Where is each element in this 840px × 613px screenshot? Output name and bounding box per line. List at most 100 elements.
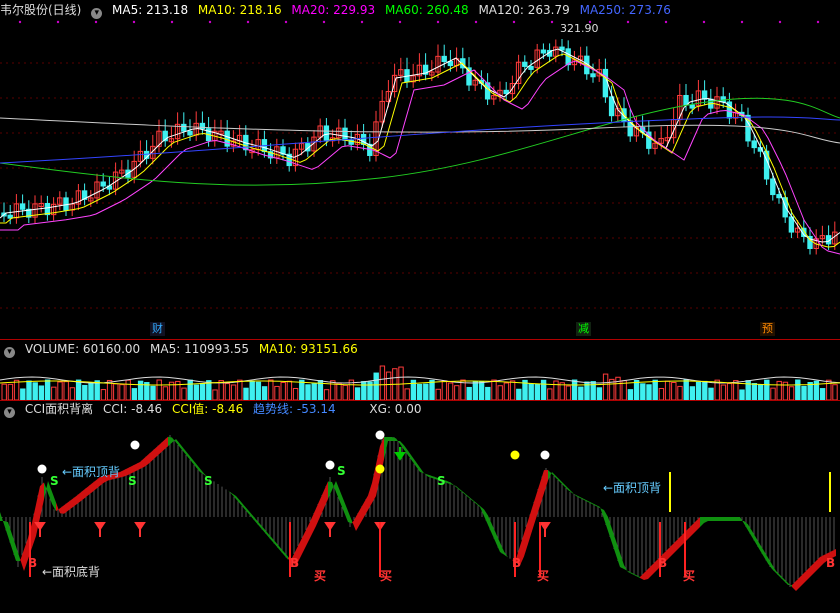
top-divergence-label: ←面积顶背 xyxy=(62,465,121,479)
volume-bar xyxy=(137,380,144,400)
signal-dot-yellow xyxy=(510,450,520,460)
volume-bar xyxy=(528,383,534,400)
event-marker-jian[interactable]: 减 xyxy=(576,322,591,336)
dot-marker xyxy=(702,20,706,24)
label-b: B xyxy=(658,556,667,570)
volume-bar xyxy=(212,389,218,400)
cci-ribbon xyxy=(360,502,364,524)
volume-value: VOLUME: 60160.00 xyxy=(24,342,141,356)
dot-marker xyxy=(360,20,364,24)
candle-body xyxy=(199,122,206,130)
cci-ribbon xyxy=(88,483,92,496)
cci-ribbon xyxy=(252,514,256,523)
volume-bar xyxy=(150,385,156,400)
cci-chart[interactable]: B B B B B 买 买 买 买 S S S S S xyxy=(0,417,840,613)
volume-bar xyxy=(491,379,497,400)
volume-bar xyxy=(44,379,51,400)
price-chart[interactable] xyxy=(0,18,840,340)
volume-bar xyxy=(218,380,224,400)
xg-value: XG: 0.00 xyxy=(369,402,422,416)
event-marker-cai[interactable]: 财 xyxy=(150,322,165,336)
volume-bar xyxy=(162,386,169,400)
high-price-label: 321.90 xyxy=(560,22,599,35)
dot-marker xyxy=(170,20,174,24)
candle-body xyxy=(441,55,447,63)
volume-bar xyxy=(671,381,677,400)
volume-bar xyxy=(243,387,249,400)
volume-bar xyxy=(702,380,708,400)
volume-bar xyxy=(361,381,367,400)
signal-dot xyxy=(325,460,335,470)
cci-ribbon xyxy=(420,467,424,474)
candle-body xyxy=(770,178,776,196)
trend-line-value: 趋势线: -53.14 xyxy=(253,402,336,416)
volume-bar xyxy=(292,387,299,400)
volume-bar xyxy=(423,383,429,400)
volume-bar xyxy=(20,388,26,400)
volume-bar xyxy=(633,379,640,400)
volume-bar xyxy=(472,381,479,400)
volume-bar xyxy=(516,388,522,400)
volume-bar xyxy=(497,385,503,400)
volume-bar xyxy=(832,384,838,400)
volume-bar xyxy=(323,389,330,400)
cci-ribbon xyxy=(136,462,140,471)
candle-body xyxy=(503,89,509,95)
volume-bar xyxy=(181,387,187,400)
dot-marker xyxy=(132,20,136,24)
candle-body xyxy=(720,96,726,103)
cci-ribbon xyxy=(60,505,64,514)
volume-bar xyxy=(547,388,553,400)
volume-bar xyxy=(695,381,702,400)
volume-bar xyxy=(311,383,317,400)
cci-ribbon xyxy=(668,545,672,559)
volume-bar xyxy=(776,380,782,400)
volume-bar xyxy=(509,380,516,400)
volume-bar xyxy=(7,383,14,400)
cci-ribbon xyxy=(356,509,360,531)
signal-dot xyxy=(540,450,550,460)
volume-bar xyxy=(429,379,435,400)
volume-bar xyxy=(764,379,770,400)
cci-ribbon xyxy=(344,501,348,522)
volume-bar xyxy=(82,384,88,400)
cci-value: CCI: -8.46 xyxy=(102,402,163,416)
volume-bar xyxy=(255,381,262,400)
cci-ribbon xyxy=(532,495,536,532)
volume-bar xyxy=(1,383,7,400)
volume-bar xyxy=(156,379,162,400)
volume-bar xyxy=(51,386,57,400)
volume-bar xyxy=(199,382,206,400)
cci-ribbon xyxy=(604,510,608,531)
volume-bar xyxy=(751,383,758,400)
volume-bar xyxy=(268,379,274,400)
price-panel: 韦尔股份(日线) ▾ MA5: 213.18 MA10: 218.16 MA20… xyxy=(0,0,840,340)
candle-body xyxy=(323,125,330,141)
cci-ribbon xyxy=(648,565,652,579)
cci-panel: ▾ CCI面积背离 CCI: -8.46 CCI值: -8.46 趋势线: -5… xyxy=(0,401,840,613)
ma20-label: MA20: 229.93 xyxy=(291,3,376,17)
volume-bar xyxy=(100,389,107,400)
candle-body xyxy=(447,61,454,67)
volume-chart[interactable] xyxy=(0,358,840,400)
cci-ribbon xyxy=(68,499,72,511)
event-marker-yu[interactable]: 预 xyxy=(760,322,775,336)
candle-body xyxy=(342,127,348,141)
candle-body xyxy=(540,49,547,54)
ma5-label: MA5: 213.18 xyxy=(112,3,189,17)
candle-body xyxy=(590,73,596,78)
label-s: S xyxy=(128,474,137,488)
dot-marker xyxy=(664,20,668,24)
cci-ribbon xyxy=(712,517,716,521)
cci-ribbon xyxy=(368,482,372,510)
dot-marker xyxy=(474,20,478,24)
volume-ma10: MA10: 93151.66 xyxy=(258,342,358,356)
cci-ribbon xyxy=(32,504,36,548)
cci-ribbon xyxy=(800,573,804,587)
volume-bar xyxy=(615,376,621,400)
collapse-icon[interactable]: ▾ xyxy=(4,347,15,358)
buy-arrow xyxy=(539,522,551,537)
volume-bar xyxy=(336,382,342,400)
dot-marker xyxy=(94,20,98,24)
volume-bar xyxy=(119,384,125,400)
